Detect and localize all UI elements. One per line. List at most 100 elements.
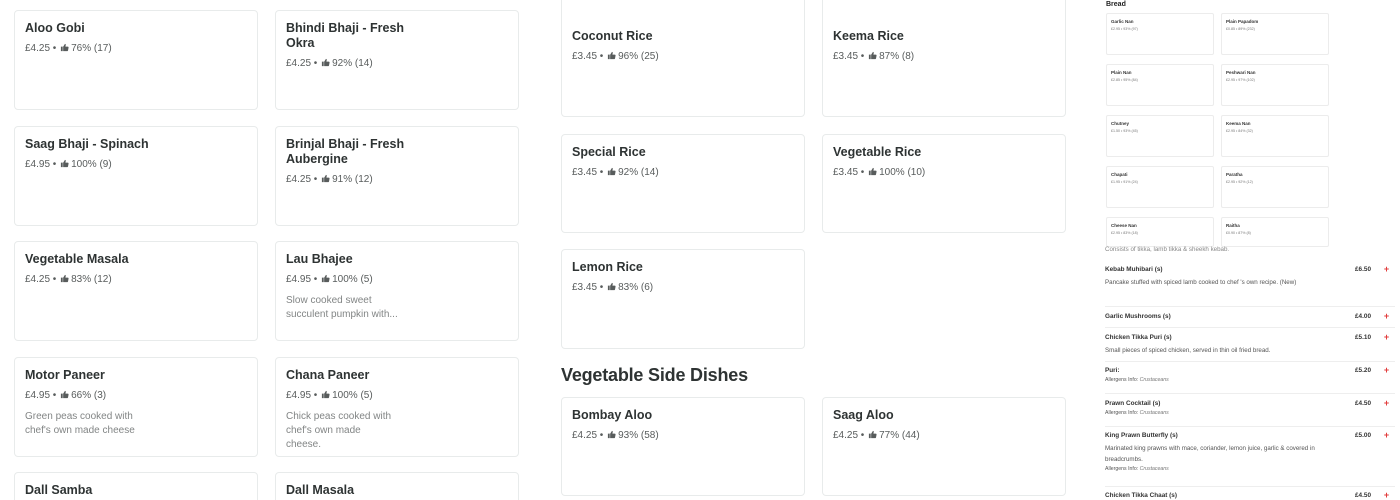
item-meta: £4.95 • 100% (9): [25, 159, 112, 170]
thumbs-up-icon: [868, 167, 877, 176]
menu-row-price: £5.10: [1355, 334, 1371, 341]
menu-item-card[interactable]: Special Rice £3.45 • 92% (14): [561, 134, 805, 233]
bread-item-name: Raitha: [1226, 223, 1240, 228]
bread-item-card[interactable]: Plain Nan £2.85 • 95% (84): [1106, 64, 1214, 106]
allergens-value: Crustaceans: [1139, 466, 1169, 472]
bread-item-meta: £2.85 • 95% (84): [1111, 78, 1138, 82]
bread-item-card[interactable]: Plain Papadom £0.85 • 89% (232): [1221, 13, 1329, 55]
add-item-button[interactable]: +: [1382, 312, 1391, 321]
bread-item-card[interactable]: Keema Nan £2.95 • 84% (32): [1221, 115, 1329, 157]
item-meta: £3.45 • 100% (10): [833, 167, 926, 178]
item-rating: 100% (10): [879, 167, 926, 178]
menu-row[interactable]: Prawn Cocktail (s) £4.50 + Allergens Inf…: [1105, 399, 1393, 417]
menu-item-card[interactable]: Aloo Gobi £4.25 • 76% (17): [14, 10, 258, 110]
menu-row[interactable]: King Prawn Butterfly (s) £5.00 + Marinat…: [1105, 431, 1393, 473]
add-item-button[interactable]: +: [1382, 265, 1391, 274]
item-meta: £4.25 • 77% (44): [833, 430, 920, 441]
item-meta: £4.95 • 100% (5): [286, 274, 373, 285]
menu-item-card[interactable]: Keema Rice £3.45 • 87% (8): [822, 0, 1066, 117]
item-price: £3.45: [572, 282, 598, 293]
item-name: Saag Bhaji - Spinach: [25, 137, 149, 151]
menu-row-title: Chicken Tikka Puri (s): [1105, 334, 1172, 341]
item-price: £3.45: [833, 51, 859, 62]
menu-item-card[interactable]: Chana Paneer £4.95 • 100% (5) Chick peas…: [275, 357, 519, 457]
add-item-button[interactable]: +: [1382, 333, 1391, 342]
menu-preview-panel: Bread Garlic Nan £2.95 • 93% (97) Plain …: [1097, 0, 1400, 500]
menu-row-title: Prawn Cocktail (s): [1105, 400, 1161, 407]
menu-row[interactable]: Puri: £5.20 + Allergens Info: Crustacean…: [1105, 366, 1393, 384]
item-name: Dall Masala: [286, 483, 355, 497]
item-rating: 100% (5): [332, 274, 373, 285]
item-name: Vegetable Masala: [25, 252, 129, 266]
item-meta: £3.45 • 92% (14): [572, 167, 659, 178]
thumbs-up-icon: [607, 51, 616, 60]
thumbs-up-icon: [607, 282, 616, 291]
bread-item-card[interactable]: Peshwari Nan £2.95 • 97% (102): [1221, 64, 1329, 106]
menu-item-card[interactable]: Lau Bhajee £4.95 • 100% (5) Slow cooked …: [275, 241, 519, 341]
bread-item-card[interactable]: Chapati £1.95 • 91% (24): [1106, 166, 1214, 208]
menu-item-card[interactable]: Dall Samba: [14, 472, 258, 500]
item-rating: 87% (8): [879, 51, 915, 62]
bread-item-meta: £2.95 • 83% (18): [1111, 231, 1138, 235]
add-item-button[interactable]: +: [1382, 431, 1391, 440]
menu-item-card[interactable]: Dall Masala: [275, 472, 519, 500]
menu-item-card[interactable]: Saag Aloo £4.25 • 77% (44): [822, 397, 1066, 496]
menu-item-card[interactable]: Vegetable Masala £4.25 • 83% (12): [14, 241, 258, 341]
menu-row[interactable]: Chicken Tikka Puri (s) £5.10 + Small pie…: [1105, 333, 1393, 356]
menu-row-price: £4.50: [1355, 492, 1371, 499]
menu-row-description: Marinated king prawns with mace, coriand…: [1105, 445, 1315, 463]
menu-item-card[interactable]: Coconut Rice £3.45 • 96% (25): [561, 0, 805, 117]
bread-item-card[interactable]: Cheese Nan £2.95 • 83% (18): [1106, 217, 1214, 247]
item-price: £4.25: [25, 43, 51, 54]
bread-item-name: Paratha: [1226, 172, 1243, 177]
add-item-button[interactable]: +: [1382, 366, 1391, 375]
item-meta: £3.45 • 87% (8): [833, 51, 915, 62]
thumbs-up-icon: [321, 274, 330, 283]
menu-item-card[interactable]: Bhindi Bhaji - Fresh Okra £4.25 • 92% (1…: [275, 10, 519, 110]
item-rating: 77% (44): [879, 430, 920, 441]
menu-row-description: Small pieces of spiced chicken, served i…: [1105, 347, 1271, 354]
thumbs-up-icon: [60, 159, 69, 168]
bread-item-name: Keema Nan: [1226, 121, 1251, 126]
item-meta: £3.45 • 96% (25): [572, 51, 659, 62]
item-name: Saag Aloo: [833, 408, 894, 422]
thumbs-up-icon: [868, 430, 877, 439]
menu-item-card[interactable]: Motor Paneer £4.95 • 66% (3) Green peas …: [14, 357, 258, 457]
row-divider: [1105, 426, 1395, 427]
bread-item-meta: £2.95 • 93% (97): [1111, 27, 1138, 31]
menu-item-card[interactable]: Vegetable Rice £3.45 • 100% (10): [822, 134, 1066, 233]
item-price: £4.95: [286, 274, 312, 285]
menu-row[interactable]: Garlic Mushrooms (s) £4.00 +: [1105, 312, 1393, 321]
menu-item-card[interactable]: Lemon Rice £3.45 • 83% (6): [561, 249, 805, 349]
menu-row[interactable]: Chicken Tikka Chaat (s) £4.50 +: [1105, 491, 1393, 500]
menu-item-card[interactable]: Brinjal Bhaji - Fresh Aubergine £4.25 • …: [275, 126, 519, 226]
menu-item-card[interactable]: Bombay Aloo £4.25 • 93% (58): [561, 397, 805, 496]
bread-item-card[interactable]: Garlic Nan £2.95 • 93% (97): [1106, 13, 1214, 55]
item-rating: 91% (12): [332, 174, 373, 185]
item-name: Lau Bhajee: [286, 252, 353, 266]
menu-row-title: King Prawn Butterfly (s): [1105, 432, 1178, 439]
bread-item-card[interactable]: Paratha £2.95 • 92% (12): [1221, 166, 1329, 208]
bread-item-card[interactable]: Raitha £0.90 • 87% (8): [1221, 217, 1329, 247]
menu-item-card[interactable]: Saag Bhaji - Spinach £4.95 • 100% (9): [14, 126, 258, 226]
item-rating: 92% (14): [618, 167, 659, 178]
menu-row-price: £4.00: [1355, 313, 1371, 320]
menu-row-title: Kebab Muhibari (s): [1105, 266, 1163, 273]
bread-item-name: Garlic Nan: [1111, 19, 1134, 24]
add-item-button[interactable]: +: [1382, 491, 1391, 500]
menu-row-price: £6.50: [1355, 266, 1371, 273]
bread-item-meta: £2.95 • 97% (102): [1226, 78, 1255, 82]
item-meta: £4.25 • 76% (17): [25, 43, 112, 54]
item-price: £3.45: [572, 167, 598, 178]
bread-item-name: Plain Papadom: [1226, 19, 1259, 24]
menu-page: Aloo Gobi £4.25 • 76% (17) Bhindi Bhaji …: [0, 0, 1400, 500]
item-name: Brinjal Bhaji - Fresh Aubergine: [286, 137, 405, 166]
menu-row-price: £5.20: [1355, 367, 1371, 374]
bread-item-card[interactable]: Chutney £1.50 • 93% (45): [1106, 115, 1214, 157]
add-item-button[interactable]: +: [1382, 399, 1391, 408]
item-rating: 93% (58): [618, 430, 659, 441]
menu-row[interactable]: Kebab Muhibari (s) £6.50 + Pancake stuff…: [1105, 265, 1393, 288]
thumbs-up-icon: [60, 43, 69, 52]
thumbs-up-icon: [321, 58, 330, 67]
item-description: Chick peas cooked with chef's own made c…: [286, 411, 392, 450]
